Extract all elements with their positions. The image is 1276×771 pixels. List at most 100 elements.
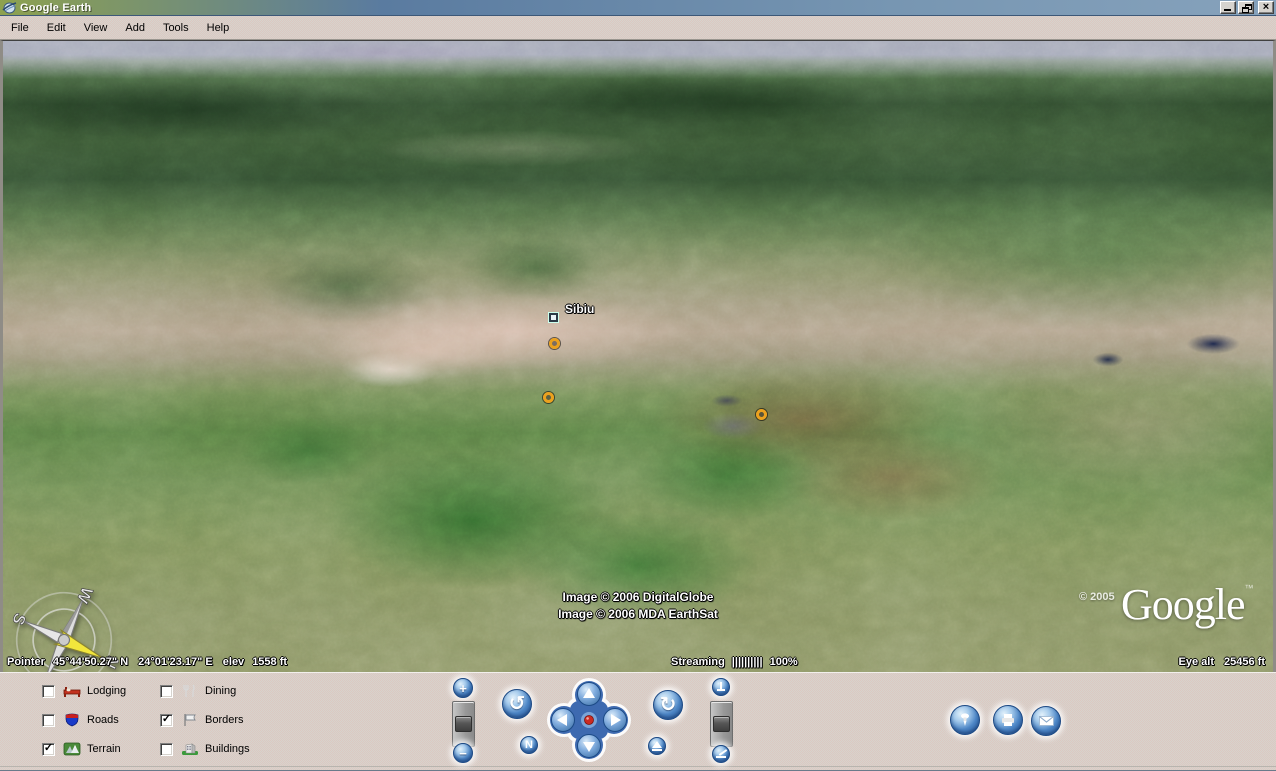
- top-down-view-icon: [716, 682, 726, 692]
- window-bottom-edge: [0, 766, 1276, 771]
- window-title: Google Earth: [20, 2, 91, 14]
- eye-alt-label: Eye alt: [1179, 656, 1214, 668]
- pan-up-button[interactable]: [578, 683, 601, 706]
- buildings-checkbox[interactable]: [160, 743, 173, 756]
- layer-label: Roads: [87, 714, 119, 726]
- horizon-view-icon: [715, 749, 727, 759]
- dining-icon: [181, 684, 199, 698]
- streaming-progress-bars: ||||||||||: [732, 656, 763, 668]
- city-placemark-icon[interactable]: [549, 313, 558, 322]
- menu-tools[interactable]: Tools: [154, 18, 198, 38]
- tilt-reset-icon: [652, 741, 662, 751]
- streaming-status: Streaming |||||||||| 100%: [671, 656, 805, 668]
- printer-icon: [1000, 712, 1016, 728]
- pointer-coordinates: Pointer 45°44'50.27" N 24°01'23.17" E elev 1…: [7, 656, 287, 668]
- menu-help[interactable]: Help: [198, 18, 239, 38]
- close-button[interactable]: ×: [1258, 1, 1274, 14]
- tilt-slider-handle[interactable]: [713, 716, 730, 732]
- streaming-label: Streaming: [671, 656, 725, 668]
- pan-right-button[interactable]: [604, 709, 627, 732]
- minimize-button[interactable]: [1220, 1, 1236, 14]
- road-shield-icon: [63, 713, 81, 727]
- attribution-line-2: Image © 2006 MDA EarthSat: [558, 606, 718, 623]
- terrain-checkbox[interactable]: ✓: [42, 743, 55, 756]
- layer-label: Dining: [205, 685, 236, 697]
- add-placemark-button[interactable]: [950, 705, 980, 735]
- layer-terrain: ✓ Terrain: [42, 741, 121, 757]
- dining-checkbox[interactable]: [160, 685, 173, 698]
- title-bar[interactable]: Google Earth ×: [0, 0, 1276, 16]
- layer-label: Borders: [205, 714, 244, 726]
- tilt-slider[interactable]: [710, 701, 733, 747]
- google-earth-window: Google Earth × File Edit View Add Tools …: [0, 0, 1276, 771]
- menu-add[interactable]: Add: [116, 18, 154, 38]
- tilt-reset-button[interactable]: [648, 737, 666, 755]
- pointer-longitude: 24°01'23.17" E: [138, 656, 213, 668]
- email-icon: [1038, 714, 1055, 728]
- elevation-value: 1558 ft: [252, 656, 287, 668]
- tilt-top-down-button[interactable]: [712, 678, 730, 696]
- layer-buildings: Buildings: [160, 741, 250, 757]
- roads-checkbox[interactable]: [42, 714, 55, 727]
- rotate-ccw-icon: ↺: [509, 691, 526, 715]
- layer-label: Lodging: [87, 685, 126, 697]
- flag-icon: [181, 713, 199, 727]
- google-earth-globe-icon: [2, 1, 17, 14]
- logo-copyright: © 2005: [1079, 591, 1115, 603]
- bed-icon: [63, 684, 81, 698]
- menu-bar: File Edit View Add Tools Help: [0, 16, 1276, 40]
- eye-altitude: Eye alt 25456 ft: [1169, 656, 1265, 668]
- minimize-icon: [1224, 9, 1231, 11]
- layer-borders: ✓ Borders: [160, 712, 244, 728]
- pointer-label: Pointer: [7, 656, 45, 668]
- menu-view[interactable]: View: [75, 18, 117, 38]
- pan-left-button[interactable]: [552, 709, 575, 732]
- tilt-horizon-button[interactable]: [712, 745, 730, 763]
- google-logo-text: Google: [1121, 580, 1245, 629]
- control-panel: Lodging Dining Roads ✓: [0, 672, 1276, 766]
- north-icon: N: [525, 739, 533, 751]
- zoom-slider[interactable]: [452, 701, 475, 747]
- eye-alt-value: 25456 ft: [1224, 656, 1265, 668]
- streaming-percent: 100%: [770, 656, 798, 668]
- ring-placemark-2[interactable]: [543, 392, 554, 403]
- borders-checkbox[interactable]: ✓: [160, 714, 173, 727]
- layer-lodging: Lodging: [42, 683, 126, 699]
- zoom-in-button[interactable]: +: [453, 678, 473, 698]
- restore-button[interactable]: [1238, 1, 1254, 14]
- terrain-texture: [3, 41, 1273, 672]
- google-watermark: © 2005 Google™: [1121, 579, 1254, 630]
- pushpin-icon: [957, 712, 973, 728]
- ring-placemark-3[interactable]: [756, 409, 767, 420]
- zoom-out-button[interactable]: −: [453, 743, 473, 763]
- city-label[interactable]: Sibiu: [565, 302, 594, 316]
- ring-placemark-1[interactable]: [549, 338, 560, 349]
- buildings-icon: [181, 742, 199, 756]
- direction-pad[interactable]: [547, 678, 631, 762]
- status-bar: Pointer 45°44'50.27" N 24°01'23.17" E elev 1…: [3, 655, 1273, 672]
- north-up-button[interactable]: N: [520, 736, 538, 754]
- terrain-icon: [63, 742, 81, 756]
- rotate-counterclockwise-button[interactable]: ↺: [502, 689, 532, 719]
- close-icon: ×: [1263, 2, 1269, 13]
- lodging-checkbox[interactable]: [42, 685, 55, 698]
- menu-file[interactable]: File: [2, 18, 38, 38]
- layer-dining: Dining: [160, 683, 236, 699]
- minus-icon: −: [459, 746, 467, 761]
- pan-down-button[interactable]: [578, 735, 601, 758]
- map-3d-view[interactable]: Sibiu N E S W Image © 2006 Digital: [0, 40, 1276, 672]
- layer-label: Buildings: [205, 743, 250, 755]
- print-button[interactable]: [993, 705, 1023, 735]
- rotate-clockwise-button[interactable]: ↻: [653, 690, 683, 720]
- email-button[interactable]: [1031, 706, 1061, 736]
- imagery-attribution: Image © 2006 DigitalGlobe Image © 2006 M…: [558, 589, 718, 623]
- menu-edit[interactable]: Edit: [38, 18, 75, 38]
- rotate-cw-icon: ↻: [660, 692, 677, 716]
- pointer-latitude: 45°44'50.27" N: [53, 656, 128, 668]
- zoom-slider-handle[interactable]: [455, 716, 472, 732]
- layer-roads: Roads: [42, 712, 119, 728]
- layer-label: Terrain: [87, 743, 121, 755]
- attribution-line-1: Image © 2006 DigitalGlobe: [558, 589, 718, 606]
- elevation-label: elev: [223, 656, 244, 668]
- pad-center-dot[interactable]: [585, 716, 594, 725]
